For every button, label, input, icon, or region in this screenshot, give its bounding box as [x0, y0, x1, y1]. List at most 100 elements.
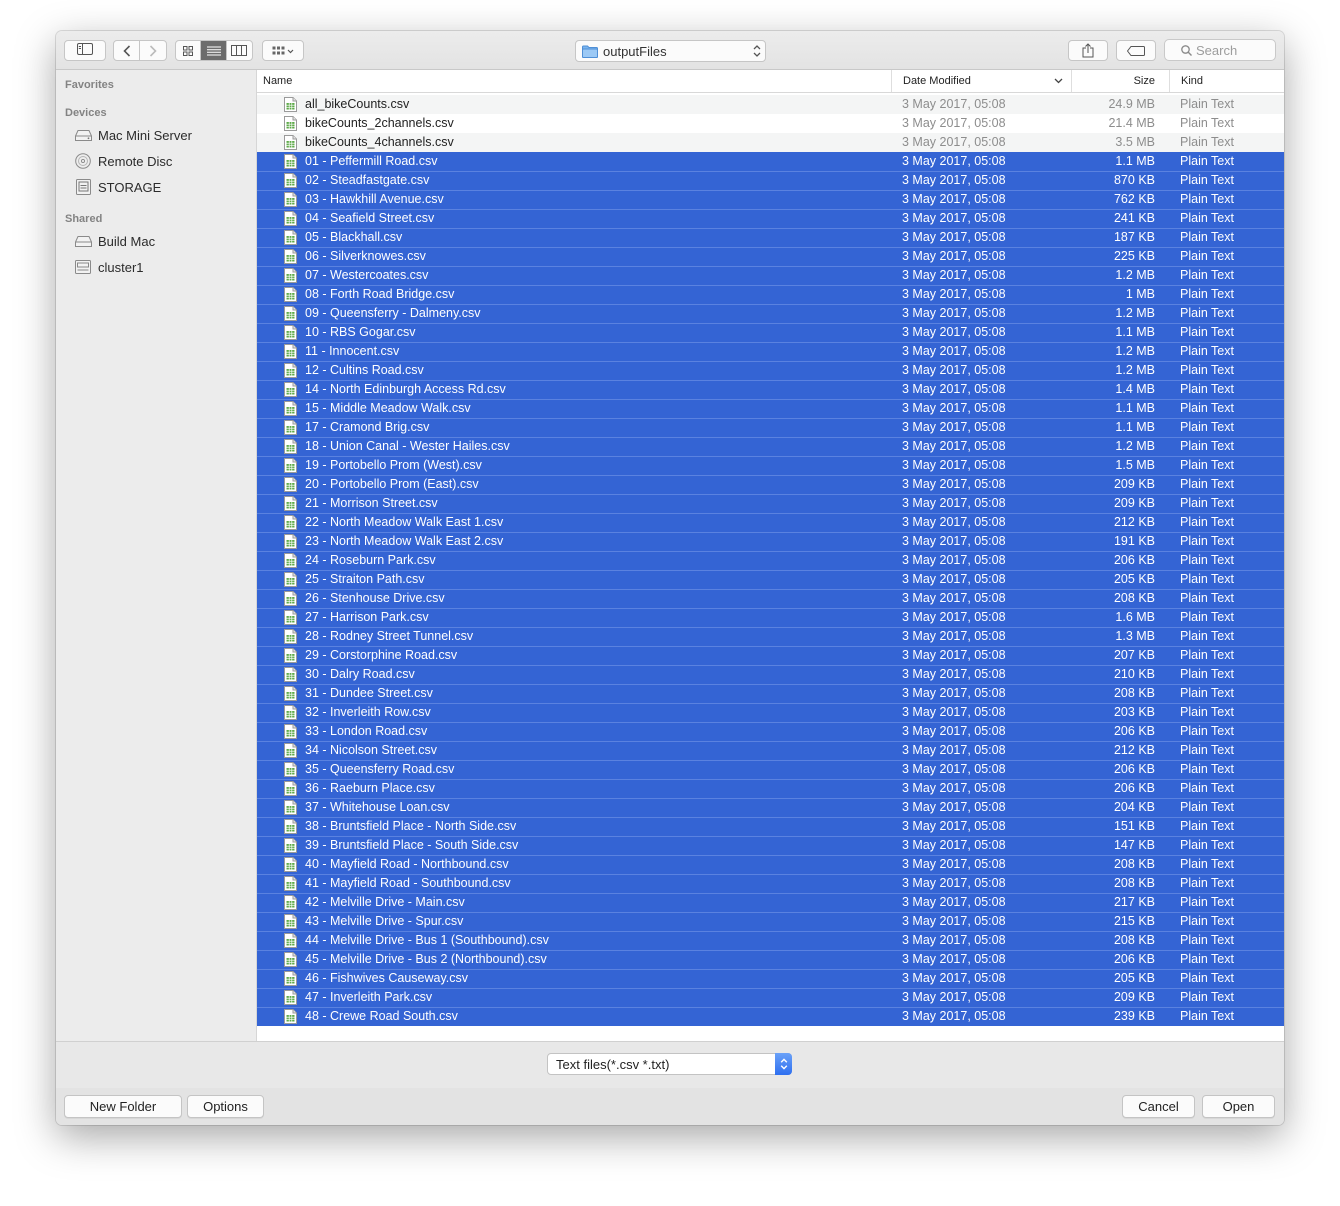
file-row[interactable]: 39 - Bruntsfield Place - South Side.csv 3… [257, 836, 1284, 855]
file-row[interactable]: 12 - Cultins Road.csv 3 May 2017, 05:08 1.… [257, 361, 1284, 380]
forward-button[interactable] [140, 41, 166, 60]
cancel-button[interactable]: Cancel [1122, 1095, 1195, 1118]
file-name: 27 - Harrison Park.csv [305, 610, 429, 624]
sidebar-item-remote-disc[interactable]: Remote Disc [74, 150, 172, 172]
sidebar: Favorites Devices Mac Mini Server Remote… [56, 70, 257, 1041]
file-row[interactable]: 22 - North Meadow Walk East 1.csv 3 May 2… [257, 513, 1284, 532]
file-row[interactable]: 47 - Inverleith Park.csv 3 May 2017, 05:0… [257, 988, 1284, 1007]
search-field[interactable] [1164, 39, 1276, 61]
chevron-right-icon [149, 44, 157, 57]
file-row[interactable]: 25 - Straiton Path.csv 3 May 2017, 05:08 2… [257, 570, 1284, 589]
csv-file-icon [284, 439, 297, 454]
csv-file-icon [284, 97, 297, 112]
file-row[interactable]: 24 - Roseburn Park.csv 3 May 2017, 05:08 2… [257, 551, 1284, 570]
search-input[interactable] [1196, 42, 1270, 58]
file-row[interactable]: 18 - Union Canal - Wester Hailes.csv 3 Ma… [257, 437, 1284, 456]
location-popup[interactable]: outputFiles [575, 40, 766, 62]
file-row[interactable]: 40 - Mayfield Road - Northbound.csv 3 May… [257, 855, 1284, 874]
list-view-button[interactable] [201, 41, 227, 60]
sidebar-item-cluster1[interactable]: cluster1 [74, 256, 144, 278]
share-button[interactable] [1068, 40, 1108, 61]
kind-column-header[interactable]: Kind [1169, 70, 1284, 92]
column-view-button[interactable] [227, 41, 252, 60]
file-row[interactable]: 11 - Innocent.csv 3 May 2017, 05:08 1.2 MB… [257, 342, 1284, 361]
sidebar-item-mac-mini-server[interactable]: Mac Mini Server [74, 124, 192, 146]
file-name: 36 - Raeburn Place.csv [305, 781, 435, 795]
file-row[interactable]: 43 - Melville Drive - Spur.csv 3 May 2017… [257, 912, 1284, 931]
file-row[interactable]: 45 - Melville Drive - Bus 2 (Northbound)… [257, 950, 1284, 969]
icon-view-button[interactable] [176, 41, 202, 60]
file-row[interactable]: 17 - Cramond Brig.csv 3 May 2017, 05:08 1.… [257, 418, 1284, 437]
file-row[interactable]: 02 - Steadfastgate.csv 3 May 2017, 05:08 8… [257, 171, 1284, 190]
new-folder-button[interactable]: New Folder [64, 1095, 182, 1118]
file-row[interactable]: 44 - Melville Drive - Bus 1 (Southbound)… [257, 931, 1284, 950]
file-row[interactable]: 21 - Morrison Street.csv 3 May 2017, 05:0… [257, 494, 1284, 513]
edit-tags-button[interactable] [1116, 40, 1156, 61]
file-type-popup[interactable]: Text files(*.csv *.txt) [547, 1053, 792, 1075]
file-kind: Plain Text [1180, 572, 1234, 586]
file-row[interactable]: 38 - Bruntsfield Place - North Side.csv 3… [257, 817, 1284, 836]
file-name: 05 - Blackhall.csv [305, 230, 403, 244]
file-name: 38 - Bruntsfield Place - North Side.csv [305, 819, 517, 833]
file-size: 208 KB [1113, 933, 1155, 947]
file-size: 206 KB [1113, 781, 1155, 795]
file-row[interactable]: 05 - Blackhall.csv 3 May 2017, 05:08 187 K… [257, 228, 1284, 247]
file-row[interactable]: 01 - Peffermill Road.csv 3 May 2017, 05:0… [257, 152, 1284, 171]
date-column-header[interactable]: Date Modified [891, 70, 1071, 92]
file-row[interactable]: 30 - Dalry Road.csv 3 May 2017, 05:08 210 … [257, 665, 1284, 684]
file-row[interactable]: 27 - Harrison Park.csv 3 May 2017, 05:08 1… [257, 608, 1284, 627]
file-kind: Plain Text [1180, 629, 1234, 643]
options-button[interactable]: Options [187, 1095, 264, 1118]
file-name: 42 - Melville Drive - Main.csv [305, 895, 465, 909]
open-button[interactable]: Open [1202, 1095, 1275, 1118]
file-row[interactable]: 15 - Middle Meadow Walk.csv 3 May 2017, 0… [257, 399, 1284, 418]
file-row[interactable]: 23 - North Meadow Walk East 2.csv 3 May 2… [257, 532, 1284, 551]
file-row[interactable]: 07 - Westercoates.csv 3 May 2017, 05:08 1.… [257, 266, 1284, 285]
file-row[interactable]: 14 - North Edinburgh Access Rd.csv 3 May … [257, 380, 1284, 399]
csv-file-icon [284, 800, 297, 815]
file-size: 209 KB [1113, 990, 1155, 1004]
file-row[interactable]: 19 - Portobello Prom (West).csv 3 May 201… [257, 456, 1284, 475]
file-row[interactable]: 28 - Rodney Street Tunnel.csv 3 May 2017,… [257, 627, 1284, 646]
toggle-sidebar-button[interactable] [64, 40, 106, 61]
csv-file-icon [284, 705, 297, 720]
file-row[interactable]: 31 - Dundee Street.csv 3 May 2017, 05:08 2… [257, 684, 1284, 703]
file-row[interactable]: 10 - RBS Gogar.csv 3 May 2017, 05:08 1.1 M… [257, 323, 1284, 342]
sidebar-item-build-mac[interactable]: Build Mac [74, 230, 155, 252]
size-column-header[interactable]: Size [1071, 70, 1169, 92]
csv-file-icon [284, 952, 297, 967]
back-button[interactable] [114, 41, 140, 60]
file-name: 07 - Westercoates.csv [305, 268, 429, 282]
file-row[interactable]: bikeCounts_2channels.csv 3 May 2017, 05:0… [257, 114, 1284, 133]
group-by-button[interactable] [262, 40, 304, 61]
file-row[interactable]: 46 - Fishwives Causeway.csv 3 May 2017, 0… [257, 969, 1284, 988]
file-row[interactable]: all_bikeCounts.csv 3 May 2017, 05:08 24.9 … [257, 95, 1284, 114]
file-row[interactable]: 26 - Stenhouse Drive.csv 3 May 2017, 05:0… [257, 589, 1284, 608]
sidebar-item-storage[interactable]: STORAGE [74, 176, 161, 198]
file-name: 25 - Straiton Path.csv [305, 572, 425, 586]
file-date: 3 May 2017, 05:08 [902, 667, 1006, 681]
folder-icon [582, 45, 598, 58]
file-row[interactable]: 36 - Raeburn Place.csv 3 May 2017, 05:08 2… [257, 779, 1284, 798]
file-row[interactable]: 20 - Portobello Prom (East).csv 3 May 201… [257, 475, 1284, 494]
file-row[interactable]: 41 - Mayfield Road - Southbound.csv 3 May… [257, 874, 1284, 893]
file-row[interactable]: 32 - Inverleith Row.csv 3 May 2017, 05:08… [257, 703, 1284, 722]
file-row[interactable]: 42 - Melville Drive - Main.csv 3 May 2017… [257, 893, 1284, 912]
file-kind: Plain Text [1180, 363, 1234, 377]
list-icon [206, 46, 221, 55]
file-row[interactable]: 08 - Forth Road Bridge.csv 3 May 2017, 05… [257, 285, 1284, 304]
file-row[interactable]: 06 - Silverknowes.csv 3 May 2017, 05:08 22… [257, 247, 1284, 266]
file-row[interactable]: bikeCounts_4channels.csv 3 May 2017, 05:0… [257, 133, 1284, 152]
file-row[interactable]: 09 - Queensferry - Dalmeny.csv 3 May 2017… [257, 304, 1284, 323]
file-row[interactable]: 37 - Whitehouse Loan.csv 3 May 2017, 05:0… [257, 798, 1284, 817]
file-row[interactable]: 35 - Queensferry Road.csv 3 May 2017, 05:… [257, 760, 1284, 779]
file-row[interactable]: 04 - Seafield Street.csv 3 May 2017, 05:0… [257, 209, 1284, 228]
name-column-header[interactable]: Name [263, 70, 891, 92]
file-row[interactable]: 33 - London Road.csv 3 May 2017, 05:08 206… [257, 722, 1284, 741]
file-row[interactable]: 48 - Crewe Road South.csv 3 May 2017, 05:… [257, 1007, 1284, 1026]
file-row[interactable]: 29 - Corstorphine Road.csv 3 May 2017, 05… [257, 646, 1284, 665]
file-row[interactable]: 03 - Hawkhill Avenue.csv 3 May 2017, 05:0… [257, 190, 1284, 209]
file-row[interactable]: 34 - Nicolson Street.csv 3 May 2017, 05:0… [257, 741, 1284, 760]
csv-file-icon [284, 610, 297, 625]
csv-file-icon [284, 211, 297, 226]
